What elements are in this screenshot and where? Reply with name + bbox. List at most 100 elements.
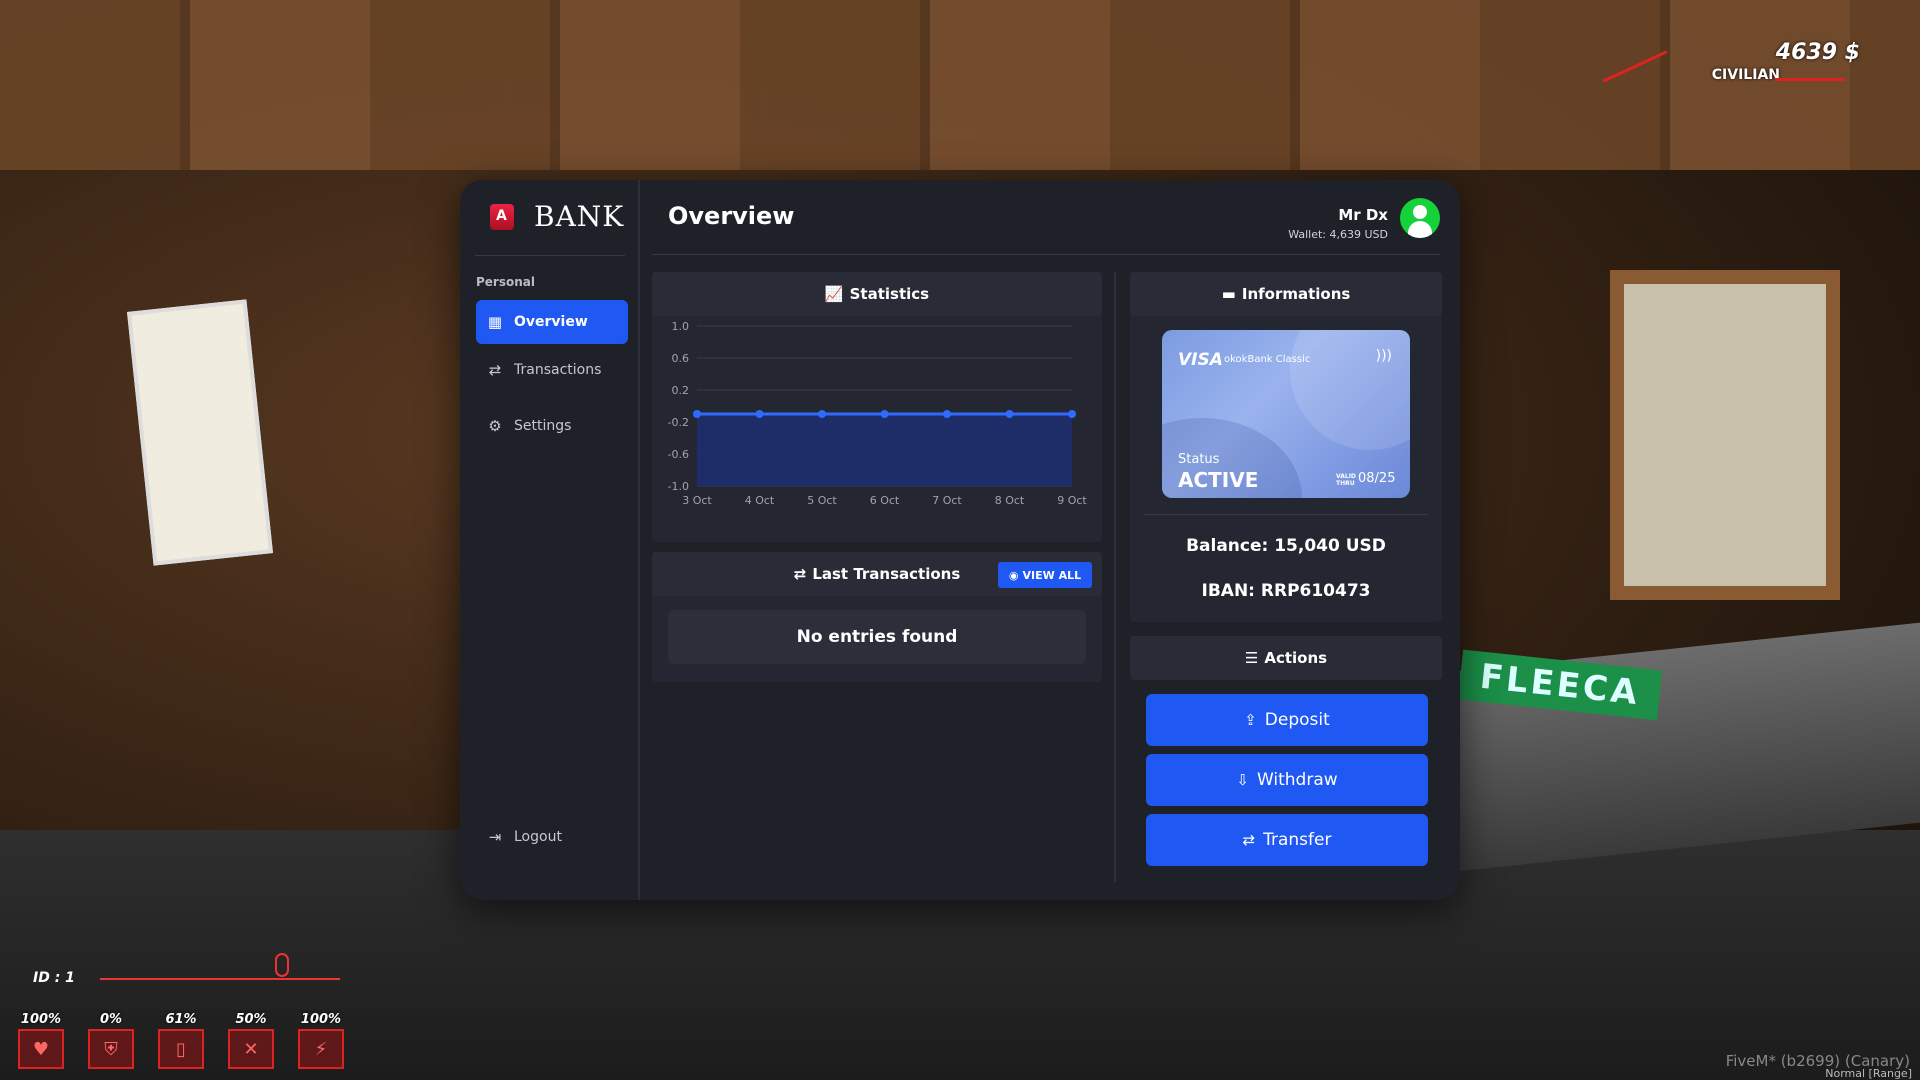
sidebar: BANK Personal ▦ Overview ⇄ Transactions … <box>460 180 640 900</box>
utensils-icon: ✕ <box>228 1029 274 1069</box>
drink-icon: ▯ <box>158 1029 204 1069</box>
hud-job: CIVILIAN <box>1711 67 1780 83</box>
sidebar-item-settings[interactable]: ⚙ Settings <box>476 404 628 448</box>
exchange-icon: ⇄ <box>488 361 502 379</box>
hud-hunger: 50% ✕ <box>228 1012 274 1069</box>
hud-money: 4639 $ <box>1775 40 1860 65</box>
section-label-personal: Personal <box>476 275 535 289</box>
statistics-title: Statistics <box>849 285 930 303</box>
chart-y-tick-label: -0.6 <box>668 448 689 461</box>
exchange-icon: ⇄ <box>793 565 807 583</box>
background-poster <box>127 299 273 566</box>
view-all-label: VIEW ALL <box>1022 568 1082 582</box>
informations-title: Informations <box>1241 285 1351 303</box>
upload-icon: ⇪ <box>1244 711 1257 729</box>
chart-y-tick-label: 0.2 <box>672 384 690 397</box>
chart-y-tick-label: 1.0 <box>672 320 690 333</box>
logout-button[interactable]: ⇥ Logout <box>476 815 628 859</box>
chart-area <box>697 414 1072 486</box>
logout-label: Logout <box>514 829 562 845</box>
heart-icon: ♥ <box>18 1029 64 1069</box>
sign-out-icon: ⇥ <box>488 828 502 846</box>
brand: BANK <box>490 200 624 233</box>
shield-icon: ⛨ <box>88 1029 134 1069</box>
background-wood-panels <box>0 0 1920 170</box>
hud-health-value: 100% <box>20 1012 62 1027</box>
statistics-header: 📈 Statistics <box>652 272 1102 316</box>
bank-logo-icon <box>490 203 514 230</box>
chart-y-tick-label: -1.0 <box>668 480 689 493</box>
hud-health: 100% ♥ <box>18 1012 64 1069</box>
actions-header: ☰ Actions <box>1130 636 1442 680</box>
hud-voice-line <box>100 978 340 980</box>
microphone-icon <box>275 953 289 977</box>
sidebar-item-transactions[interactable]: ⇄ Transactions <box>476 348 628 392</box>
chart-x-tick-label: 3 Oct <box>682 494 712 507</box>
chart-y-tick-label: -0.2 <box>668 416 689 429</box>
transfer-label: Transfer <box>1263 830 1332 850</box>
hud-stamina: 100% ⚡ <box>298 1012 344 1069</box>
chart-point[interactable] <box>1005 410 1014 418</box>
bank-card: VISA okokBank Classic ))) Status ACTIVE … <box>1162 330 1410 498</box>
chart-x-tick-label: 8 Oct <box>995 494 1025 507</box>
iban: IBAN: RRP610473 <box>1201 581 1371 601</box>
chart-x-tick-label: 5 Oct <box>807 494 837 507</box>
hud-hunger-value: 50% <box>235 1012 267 1027</box>
credit-card-icon: ▬ <box>1221 285 1236 303</box>
hud-accent-line <box>1775 78 1845 81</box>
card-valid-line1: VALID <box>1336 473 1356 480</box>
withdraw-button[interactable]: ⇩ Withdraw <box>1146 754 1428 806</box>
deposit-button[interactable]: ⇪ Deposit <box>1146 694 1428 746</box>
gear-icon: ⚙ <box>488 417 502 435</box>
card-status: ACTIVE <box>1178 468 1259 492</box>
user-name: Mr Dx <box>1338 206 1388 224</box>
background-window <box>1610 270 1840 600</box>
avatar[interactable] <box>1400 198 1440 238</box>
card-product: okokBank Classic <box>1224 354 1311 365</box>
sidebar-item-label: Transactions <box>514 362 602 378</box>
divider <box>1114 272 1116 882</box>
chart-point[interactable] <box>693 410 701 418</box>
chart-point[interactable] <box>818 410 826 418</box>
card-status-label: Status <box>1178 452 1220 467</box>
chart-x-tick-label: 9 Oct <box>1057 494 1087 507</box>
empty-transactions: No entries found <box>668 610 1086 664</box>
list-icon: ☰ <box>1244 649 1259 667</box>
card-network: VISA <box>1178 350 1223 370</box>
sidebar-item-overview[interactable]: ▦ Overview <box>476 300 628 344</box>
chart-point[interactable] <box>755 410 764 418</box>
chart-x-tick-label: 6 Oct <box>870 494 900 507</box>
statistics-chart: 1.0 0.6 0.2 -0.2 -0.6 -1.03 Oct 4 Oct 5 Oct 6 Oc… <box>668 320 1088 507</box>
voice-mode: Normal [Range] <box>1825 1067 1912 1080</box>
view-all-button[interactable]: ◉ VIEW ALL <box>998 562 1092 588</box>
hud-player-id: ID : 1 <box>33 970 75 986</box>
chart-point[interactable] <box>1068 410 1076 418</box>
chart-y-tick-label: 0.6 <box>672 352 690 365</box>
chart-x-tick-label: 7 Oct <box>932 494 962 507</box>
main-content: Overview Mr Dx Wallet: 4,639 USD 📈 Stati… <box>640 180 1460 900</box>
hud-armor: 0% ⛨ <box>88 1012 134 1069</box>
contactless-icon: ))) <box>1375 348 1392 364</box>
deposit-label: Deposit <box>1264 710 1330 730</box>
brand-title: BANK <box>534 200 625 233</box>
eye-icon: ◉ <box>1008 568 1019 582</box>
page-title: Overview <box>668 202 795 230</box>
hud-status-bar: 100% ♥ 0% ⛨ 61% ▯ 50% ✕ 100% ⚡ <box>18 1012 344 1069</box>
chart-point[interactable] <box>943 410 951 418</box>
user-wallet: Wallet: 4,639 USD <box>1288 228 1388 241</box>
divider <box>475 255 625 256</box>
chart-x-tick-label: 4 Oct <box>745 494 775 507</box>
chart-line-icon: 📈 <box>824 285 844 303</box>
balance: Balance: 15,040 USD <box>1186 536 1386 556</box>
withdraw-label: Withdraw <box>1256 770 1338 790</box>
download-icon: ⇩ <box>1236 771 1249 789</box>
informations-header: ▬ Informations <box>1130 272 1442 316</box>
transfer-button[interactable]: ⇄ Transfer <box>1146 814 1428 866</box>
hud-armor-value: 0% <box>99 1012 123 1027</box>
hud-stamina-value: 100% <box>300 1012 342 1027</box>
actions-title: Actions <box>1264 649 1328 667</box>
card-expiry: 08/25 <box>1358 471 1396 486</box>
running-icon: ⚡ <box>298 1029 344 1069</box>
sidebar-item-label: Overview <box>514 314 588 330</box>
chart-point[interactable] <box>880 410 889 418</box>
